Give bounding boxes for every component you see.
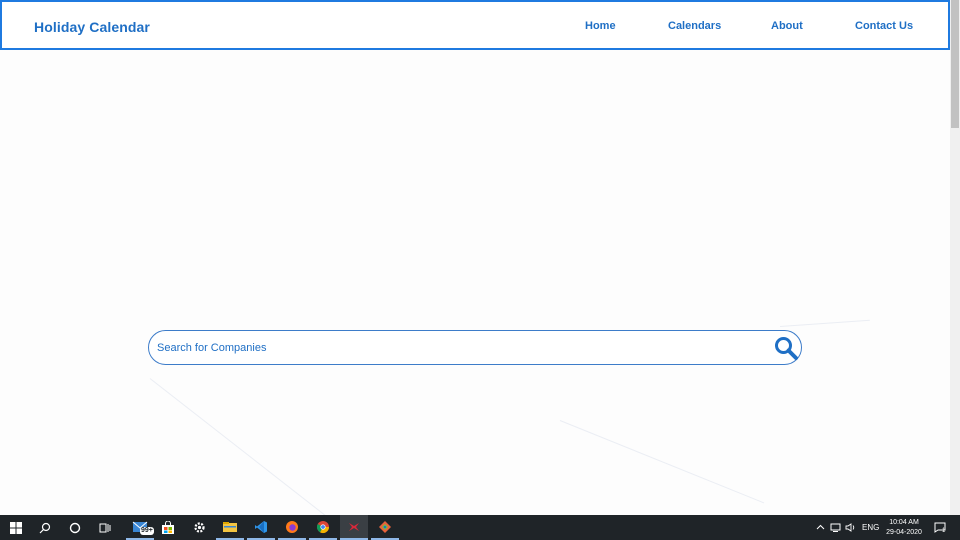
search-bar	[148, 330, 802, 365]
search-input[interactable]	[157, 339, 757, 357]
settings-gear-icon[interactable]	[185, 515, 213, 540]
firefox-icon[interactable]	[278, 515, 306, 540]
store-icon[interactable]	[154, 515, 182, 540]
taskbar-search-icon[interactable]	[31, 515, 59, 540]
mail-app-icon[interactable]: 99+	[126, 515, 154, 540]
chrome-icon[interactable]	[309, 515, 337, 540]
page-scrollbar[interactable]	[950, 0, 960, 515]
task-view-icon[interactable]	[91, 515, 119, 540]
top-navbar: Holiday Calendar Home Calendars About Co…	[0, 0, 950, 50]
notification-count: 1	[942, 527, 946, 534]
os-taskbar: 99+ ENG 10:04 AM 29-04-2020 1	[0, 515, 960, 540]
nav-contact-us[interactable]: Contact Us	[855, 20, 913, 32]
nav-home[interactable]: Home	[585, 20, 616, 32]
clock-date: 29-04-2020	[886, 529, 922, 536]
brand-title[interactable]: Holiday Calendar	[34, 19, 150, 35]
scrollbar-thumb[interactable]	[951, 0, 959, 128]
windows-start-icon[interactable]	[2, 515, 30, 540]
nav-calendars[interactable]: Calendars	[668, 20, 721, 32]
vscode-icon[interactable]	[247, 515, 275, 540]
screen-recorder-icon[interactable]	[340, 515, 368, 540]
network-icon[interactable]	[830, 515, 841, 540]
taskbar-clock[interactable]: 10:04 AM 29-04-2020	[876, 518, 932, 538]
background-streak	[559, 420, 765, 504]
volume-icon[interactable]	[845, 515, 856, 540]
sourcetree-icon[interactable]	[371, 515, 399, 540]
notification-center-icon[interactable]: 1	[934, 515, 946, 540]
mail-badge: 99+	[140, 527, 154, 535]
background-streak	[779, 319, 870, 327]
nav-about[interactable]: About	[771, 20, 803, 32]
clock-time: 10:04 AM	[889, 519, 919, 526]
search-icon[interactable]	[773, 335, 799, 361]
browser-page: Holiday Calendar Home Calendars About Co…	[0, 0, 960, 540]
file-explorer-icon[interactable]	[216, 515, 244, 540]
tray-chevron-up-icon[interactable]	[816, 515, 825, 540]
cortana-icon[interactable]	[61, 515, 89, 540]
